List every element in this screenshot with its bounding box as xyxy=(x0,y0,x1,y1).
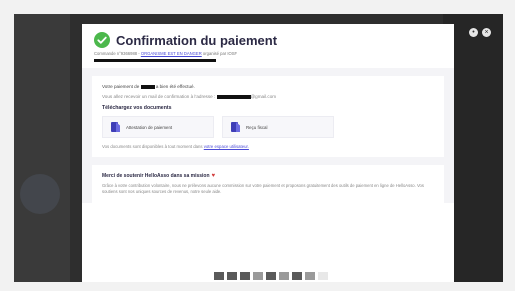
check-circle-icon xyxy=(94,32,110,48)
email-line: Vous allez recevoir un mail de confirmat… xyxy=(102,94,434,99)
receipt-label: Reçu fiscal xyxy=(246,124,268,130)
attestation-download-button[interactable]: Attestation de paiement xyxy=(102,116,214,138)
payment-status-prefix: Votre paiement de xyxy=(102,84,141,89)
availability-prefix: Vos documents sont disponibles à tout mo… xyxy=(102,144,204,149)
support-title-row: Merci de soutenir HelloAsso dans sa miss… xyxy=(102,173,434,179)
taskbar-item[interactable] xyxy=(240,272,250,280)
campaign-link[interactable]: ORGANISME EST EN DANGER xyxy=(141,51,202,56)
order-meta-suffix: organisé par IOSF xyxy=(201,51,238,56)
redacted-amount xyxy=(140,84,155,89)
documents-list: Attestation de paiement Reçu fiscal xyxy=(102,116,434,138)
receipt-download-button[interactable]: Reçu fiscal xyxy=(222,116,334,138)
redacted-line xyxy=(94,59,216,62)
email-prefix: Vous allez recevoir un mail de confirmat… xyxy=(102,94,217,99)
payment-panel: Votre paiement de a bien été effectué. V… xyxy=(92,76,444,157)
support-panel: Merci de soutenir HelloAsso dans sa miss… xyxy=(92,165,444,203)
email-suffix: @gmail.com xyxy=(250,94,277,99)
payment-status-suffix: a bien été effectué. xyxy=(154,84,195,89)
documents-heading: Téléchargez vos documents xyxy=(102,105,172,111)
taskbar-item[interactable] xyxy=(266,272,276,280)
taskbar-item[interactable] xyxy=(305,272,315,280)
heart-icon: ♥ xyxy=(211,173,216,179)
background-blur xyxy=(20,174,60,214)
page-title: Confirmation du paiement xyxy=(116,32,278,48)
taskbar xyxy=(214,270,328,282)
close-icon[interactable]: × xyxy=(482,28,491,37)
attestation-label: Attestation de paiement xyxy=(126,124,173,130)
taskbar-item[interactable] xyxy=(279,272,289,280)
content-area: Votre paiement de a bien été effectué. V… xyxy=(82,68,454,203)
minimize-icon[interactable]: • xyxy=(469,28,478,37)
taskbar-item[interactable] xyxy=(253,272,263,280)
document-icon xyxy=(111,122,120,132)
taskbar-item[interactable] xyxy=(318,272,328,280)
order-meta: Commande n°9366988 - ORGANISME EST EN DA… xyxy=(94,51,444,56)
order-meta-prefix: Commande n°9366988 - xyxy=(94,51,141,56)
support-body: Grâce à votre contribution volontaire, n… xyxy=(102,183,424,194)
confirmation-card: Confirmation du paiement Commande n°9366… xyxy=(82,24,454,282)
taskbar-item[interactable] xyxy=(227,272,237,280)
title-row: Confirmation du paiement xyxy=(94,32,444,48)
support-title: Merci de soutenir HelloAsso dans sa miss… xyxy=(102,173,210,179)
confirmation-header: Confirmation du paiement Commande n°9366… xyxy=(82,24,454,68)
user-space-link[interactable]: votre espace utilisateur. xyxy=(204,144,249,149)
background-left xyxy=(14,14,70,282)
window-controls: • × xyxy=(469,28,491,37)
documents-availability: Vos documents sont disponibles à tout mo… xyxy=(102,144,434,149)
redacted-email xyxy=(216,94,251,99)
taskbar-item[interactable] xyxy=(214,272,224,280)
payment-status-line: Votre paiement de a bien été effectué. xyxy=(102,84,434,89)
screen-frame: • × Confirmation du paiement Commande n°… xyxy=(14,14,503,282)
document-icon xyxy=(231,122,240,132)
taskbar-item[interactable] xyxy=(292,272,302,280)
